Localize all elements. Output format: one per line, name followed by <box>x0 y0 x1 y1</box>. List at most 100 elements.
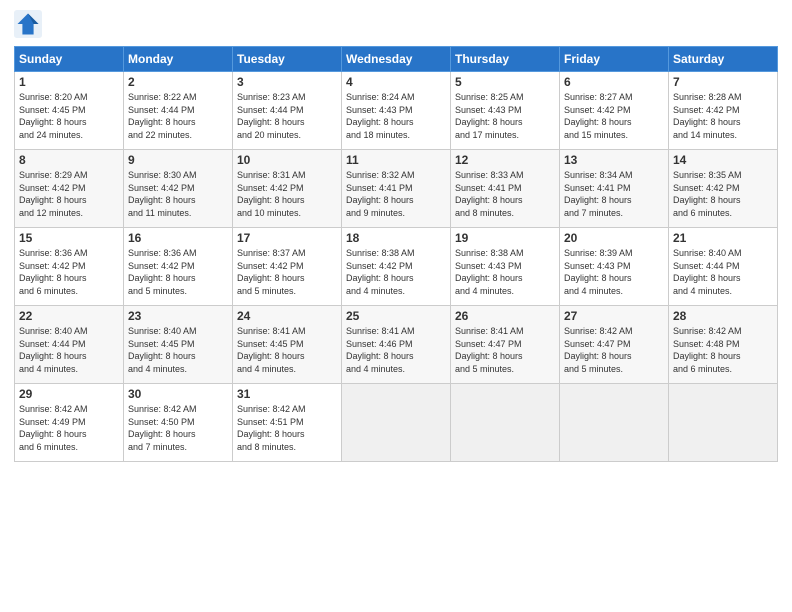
day-number: 9 <box>128 153 228 167</box>
day-number: 20 <box>564 231 664 245</box>
calendar-cell: 3 Sunrise: 8:23 AMSunset: 4:44 PMDaylight… <box>233 72 342 150</box>
cell-info: Sunrise: 8:39 AMSunset: 4:43 PMDaylight:… <box>564 247 664 297</box>
cell-info: Sunrise: 8:33 AMSunset: 4:41 PMDaylight:… <box>455 169 555 219</box>
day-number: 19 <box>455 231 555 245</box>
day-number: 22 <box>19 309 119 323</box>
cell-info: Sunrise: 8:42 AMSunset: 4:50 PMDaylight:… <box>128 403 228 453</box>
calendar-cell <box>669 384 778 462</box>
week-row-4: 22 Sunrise: 8:40 AMSunset: 4:44 PMDayligh… <box>15 306 778 384</box>
calendar-cell: 30 Sunrise: 8:42 AMSunset: 4:50 PMDayligh… <box>124 384 233 462</box>
calendar-cell: 15 Sunrise: 8:36 AMSunset: 4:42 PMDayligh… <box>15 228 124 306</box>
logo <box>14 10 44 38</box>
day-number: 8 <box>19 153 119 167</box>
cell-info: Sunrise: 8:29 AMSunset: 4:42 PMDaylight:… <box>19 169 119 219</box>
header-cell-thursday: Thursday <box>451 47 560 72</box>
cell-info: Sunrise: 8:38 AMSunset: 4:42 PMDaylight:… <box>346 247 446 297</box>
day-number: 31 <box>237 387 337 401</box>
cell-info: Sunrise: 8:41 AMSunset: 4:45 PMDaylight:… <box>237 325 337 375</box>
main-container: SundayMondayTuesdayWednesdayThursdayFrid… <box>0 0 792 470</box>
cell-info: Sunrise: 8:20 AMSunset: 4:45 PMDaylight:… <box>19 91 119 141</box>
header-cell-wednesday: Wednesday <box>342 47 451 72</box>
cell-info: Sunrise: 8:37 AMSunset: 4:42 PMDaylight:… <box>237 247 337 297</box>
day-number: 5 <box>455 75 555 89</box>
cell-info: Sunrise: 8:36 AMSunset: 4:42 PMDaylight:… <box>128 247 228 297</box>
cell-info: Sunrise: 8:40 AMSunset: 4:45 PMDaylight:… <box>128 325 228 375</box>
calendar-cell: 9 Sunrise: 8:30 AMSunset: 4:42 PMDaylight… <box>124 150 233 228</box>
calendar-cell <box>560 384 669 462</box>
calendar-cell: 20 Sunrise: 8:39 AMSunset: 4:43 PMDayligh… <box>560 228 669 306</box>
cell-info: Sunrise: 8:22 AMSunset: 4:44 PMDaylight:… <box>128 91 228 141</box>
cell-info: Sunrise: 8:32 AMSunset: 4:41 PMDaylight:… <box>346 169 446 219</box>
day-number: 21 <box>673 231 773 245</box>
header-cell-monday: Monday <box>124 47 233 72</box>
day-number: 10 <box>237 153 337 167</box>
calendar-cell: 13Sunrise: 8:34 AMSunset: 4:41 PMDayligh… <box>560 150 669 228</box>
day-number: 23 <box>128 309 228 323</box>
cell-info: Sunrise: 8:27 AMSunset: 4:42 PMDaylight:… <box>564 91 664 141</box>
calendar-cell: 2 Sunrise: 8:22 AMSunset: 4:44 PMDaylight… <box>124 72 233 150</box>
calendar-cell <box>342 384 451 462</box>
calendar-cell: 1 Sunrise: 8:20 AMSunset: 4:45 PMDaylight… <box>15 72 124 150</box>
header-cell-friday: Friday <box>560 47 669 72</box>
day-number: 18 <box>346 231 446 245</box>
day-number: 29 <box>19 387 119 401</box>
cell-info: Sunrise: 8:30 AMSunset: 4:42 PMDaylight:… <box>128 169 228 219</box>
header-cell-tuesday: Tuesday <box>233 47 342 72</box>
day-number: 15 <box>19 231 119 245</box>
calendar-cell <box>451 384 560 462</box>
header-cell-sunday: Sunday <box>15 47 124 72</box>
day-number: 6 <box>564 75 664 89</box>
calendar-cell: 25 Sunrise: 8:41 AMSunset: 4:46 PMDayligh… <box>342 306 451 384</box>
day-number: 16 <box>128 231 228 245</box>
calendar-cell: 22 Sunrise: 8:40 AMSunset: 4:44 PMDayligh… <box>15 306 124 384</box>
calendar-cell: 24Sunrise: 8:41 AMSunset: 4:45 PMDayligh… <box>233 306 342 384</box>
week-row-5: 29Sunrise: 8:42 AMSunset: 4:49 PMDayligh… <box>15 384 778 462</box>
day-number: 1 <box>19 75 119 89</box>
day-number: 12 <box>455 153 555 167</box>
cell-info: Sunrise: 8:38 AMSunset: 4:43 PMDaylight:… <box>455 247 555 297</box>
cell-info: Sunrise: 8:42 AMSunset: 4:48 PMDaylight:… <box>673 325 773 375</box>
calendar-cell: 21Sunrise: 8:40 AMSunset: 4:44 PMDayligh… <box>669 228 778 306</box>
day-number: 7 <box>673 75 773 89</box>
calendar-cell: 23 Sunrise: 8:40 AMSunset: 4:45 PMDayligh… <box>124 306 233 384</box>
day-number: 27 <box>564 309 664 323</box>
cell-info: Sunrise: 8:42 AMSunset: 4:51 PMDaylight:… <box>237 403 337 453</box>
calendar-cell: 17 Sunrise: 8:37 AMSunset: 4:42 PMDayligh… <box>233 228 342 306</box>
day-number: 17 <box>237 231 337 245</box>
cell-info: Sunrise: 8:34 AMSunset: 4:41 PMDaylight:… <box>564 169 664 219</box>
cell-info: Sunrise: 8:35 AMSunset: 4:42 PMDaylight:… <box>673 169 773 219</box>
day-number: 4 <box>346 75 446 89</box>
cell-info: Sunrise: 8:41 AMSunset: 4:46 PMDaylight:… <box>346 325 446 375</box>
cell-info: Sunrise: 8:28 AMSunset: 4:42 PMDaylight:… <box>673 91 773 141</box>
day-number: 11 <box>346 153 446 167</box>
cell-info: Sunrise: 8:25 AMSunset: 4:43 PMDaylight:… <box>455 91 555 141</box>
day-number: 28 <box>673 309 773 323</box>
cell-info: Sunrise: 8:40 AMSunset: 4:44 PMDaylight:… <box>19 325 119 375</box>
day-number: 26 <box>455 309 555 323</box>
header-cell-saturday: Saturday <box>669 47 778 72</box>
day-number: 30 <box>128 387 228 401</box>
logo-icon <box>14 10 42 38</box>
cell-info: Sunrise: 8:24 AMSunset: 4:43 PMDaylight:… <box>346 91 446 141</box>
cell-info: Sunrise: 8:41 AMSunset: 4:47 PMDaylight:… <box>455 325 555 375</box>
calendar-cell: 5 Sunrise: 8:25 AMSunset: 4:43 PMDaylight… <box>451 72 560 150</box>
calendar-cell: 16 Sunrise: 8:36 AMSunset: 4:42 PMDayligh… <box>124 228 233 306</box>
day-number: 3 <box>237 75 337 89</box>
cell-info: Sunrise: 8:23 AMSunset: 4:44 PMDaylight:… <box>237 91 337 141</box>
day-number: 25 <box>346 309 446 323</box>
calendar-cell: 4 Sunrise: 8:24 AMSunset: 4:43 PMDaylight… <box>342 72 451 150</box>
calendar-cell: 31 Sunrise: 8:42 AMSunset: 4:51 PMDayligh… <box>233 384 342 462</box>
header <box>14 10 778 38</box>
week-row-3: 15 Sunrise: 8:36 AMSunset: 4:42 PMDayligh… <box>15 228 778 306</box>
cell-info: Sunrise: 8:36 AMSunset: 4:42 PMDaylight:… <box>19 247 119 297</box>
calendar-cell: 19 Sunrise: 8:38 AMSunset: 4:43 PMDayligh… <box>451 228 560 306</box>
calendar-cell: 10Sunrise: 8:31 AMSunset: 4:42 PMDayligh… <box>233 150 342 228</box>
day-number: 2 <box>128 75 228 89</box>
calendar-table: SundayMondayTuesdayWednesdayThursdayFrid… <box>14 46 778 462</box>
calendar-cell: 11 Sunrise: 8:32 AMSunset: 4:41 PMDayligh… <box>342 150 451 228</box>
calendar-cell: 27Sunrise: 8:42 AMSunset: 4:47 PMDayligh… <box>560 306 669 384</box>
calendar-cell: 7 Sunrise: 8:28 AMSunset: 4:42 PMDaylight… <box>669 72 778 150</box>
day-number: 14 <box>673 153 773 167</box>
calendar-cell: 28 Sunrise: 8:42 AMSunset: 4:48 PMDayligh… <box>669 306 778 384</box>
week-row-1: 1 Sunrise: 8:20 AMSunset: 4:45 PMDaylight… <box>15 72 778 150</box>
